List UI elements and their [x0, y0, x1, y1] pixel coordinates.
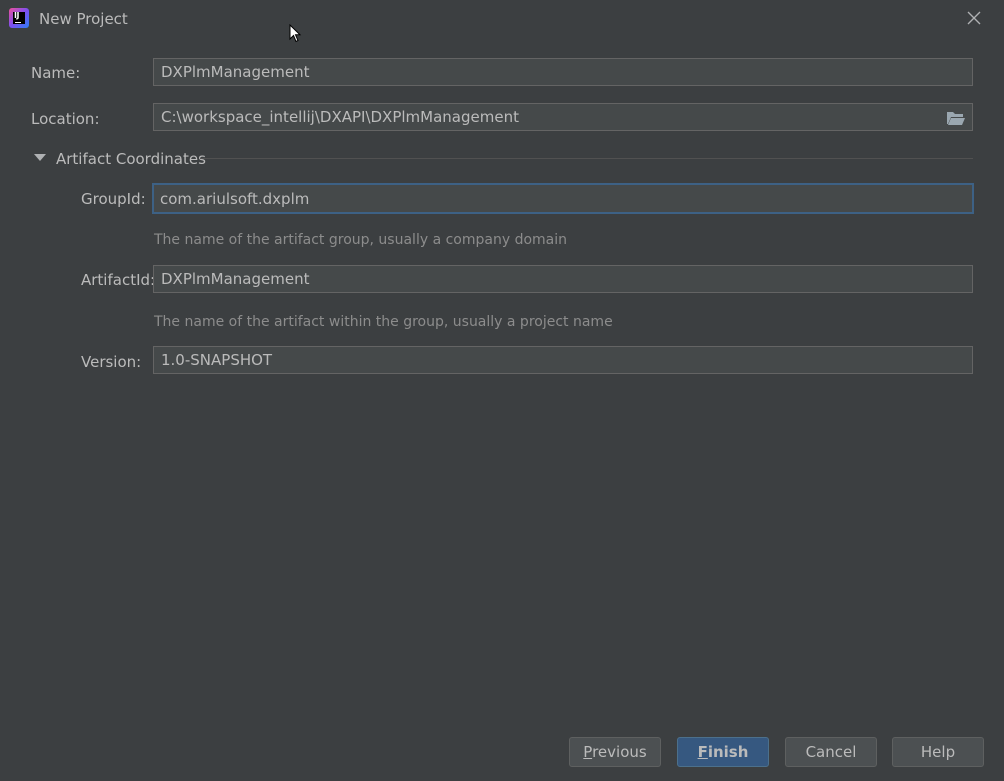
help-button[interactable]: Help: [892, 737, 984, 767]
finish-mnemonic: F: [697, 743, 708, 761]
triangle-down-icon: [34, 154, 46, 161]
artifactid-field[interactable]: [153, 265, 973, 293]
artifact-coordinates-label: Artifact Coordinates: [56, 150, 206, 168]
mouse-cursor-icon: [289, 24, 302, 43]
artifactid-label: ArtifactId:: [81, 271, 156, 289]
previous-mnemonic: P: [583, 743, 593, 761]
title-bar: IJ New Project: [0, 0, 1004, 38]
close-button[interactable]: [961, 6, 987, 32]
intellij-idea-icon: IJ: [9, 8, 29, 28]
previous-button[interactable]: Previous: [569, 737, 661, 767]
finish-button[interactable]: Finish: [677, 737, 769, 767]
version-label: Version:: [81, 353, 142, 371]
version-field[interactable]: [153, 346, 973, 374]
window-title: New Project: [39, 10, 128, 28]
artifactid-hint: The name of the artifact within the grou…: [154, 314, 613, 330]
groupid-hint: The name of the artifact group, usually …: [154, 232, 567, 248]
cancel-button[interactable]: Cancel: [785, 737, 877, 767]
previous-label: revious: [592, 743, 647, 761]
groupid-field[interactable]: [152, 183, 974, 214]
folder-icon[interactable]: [946, 109, 966, 127]
close-icon: [967, 11, 981, 25]
groupid-label: GroupId:: [81, 190, 146, 208]
finish-label: inish: [707, 743, 749, 761]
name-label: Name:: [31, 64, 81, 82]
location-field[interactable]: [153, 103, 973, 131]
section-separator: [200, 158, 973, 159]
location-label: Location:: [31, 110, 100, 128]
name-field[interactable]: [153, 58, 973, 86]
